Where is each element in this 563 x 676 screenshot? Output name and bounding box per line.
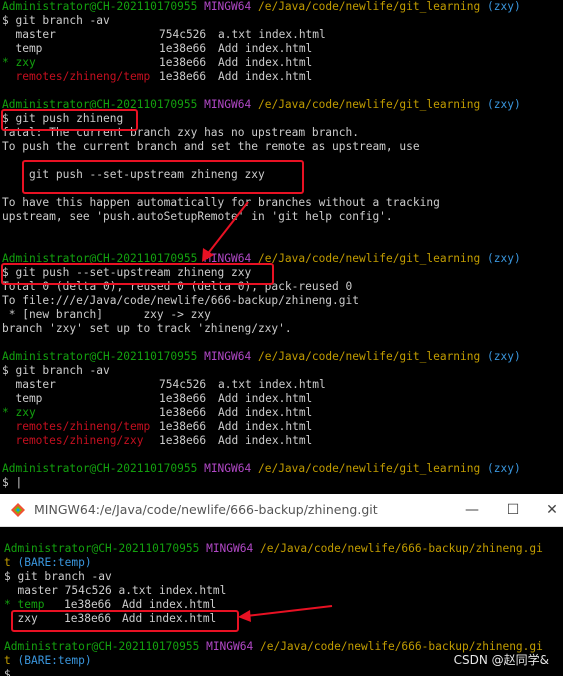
branch-message: Add index.html xyxy=(218,420,313,433)
command-input-line[interactable]: $ | xyxy=(2,476,22,490)
branch-row-current: * zxy 1e38e66 Add index.html xyxy=(2,56,312,70)
branch-row-current: * zxy 1e38e66 Add index.html xyxy=(2,406,312,420)
branch-row: master 754c526 a.txt index.html xyxy=(2,28,325,42)
branch-name: zxy xyxy=(8,406,36,419)
prompt-path: /e/Java/code/newlife/git_learning xyxy=(257,462,481,475)
branch-hash: 1e38e66 xyxy=(159,70,207,83)
output-line: To file:///e/Java/code/newlife/666-backu… xyxy=(2,294,359,307)
git-bash-diamond-icon xyxy=(11,503,25,517)
prompt-branch: (zxy) xyxy=(487,0,521,13)
current-marker: * xyxy=(4,598,11,611)
output-line: upstream, see 'push.autoSetupRemote' in … xyxy=(2,210,393,223)
prompt-path: /e/Java/code/newlife/git_learning xyxy=(257,252,481,265)
prompt-branch: (zxy) xyxy=(487,252,521,265)
branch-row-remote: remotes/zhineng/temp 1e38e66 Add index.htm… xyxy=(2,420,312,434)
prompt-system: MINGW64 xyxy=(204,350,252,363)
annotation-box-suggested-command xyxy=(22,160,304,194)
prompt-line-wrap: t (BARE:temp) xyxy=(4,556,92,570)
output-line: branch 'zxy' set up to track 'zhineng/zx… xyxy=(2,322,292,335)
branch-row: master 754c526 a.txt index.html xyxy=(2,378,325,392)
prompt-branch: (zxy) xyxy=(487,462,521,475)
branch-hash: 1e38e66 xyxy=(159,406,207,419)
prompt-user: Administrator@CH-202110170955 xyxy=(4,542,200,555)
branch-message: Add index.html xyxy=(218,56,313,69)
command-input-line[interactable]: $ xyxy=(4,668,11,676)
prompt-path: /e/Java/code/newlife/git_learning xyxy=(257,98,481,111)
prompt-branch: (BARE:temp) xyxy=(17,556,92,569)
annotation-box-push-command xyxy=(1,109,138,131)
branch-message: a.txt index.html xyxy=(218,378,326,391)
branch-row: master 754c526 a.txt index.html xyxy=(4,584,226,598)
command-line: $ git branch -av xyxy=(4,570,112,583)
branch-hash: 1e38e66 xyxy=(159,420,207,433)
maximize-button[interactable]: ☐ xyxy=(501,498,525,522)
prompt-line: Administrator@CH-202110170955 MINGW64 /e… xyxy=(2,0,521,14)
prompt-user: Administrator@CH-202110170955 xyxy=(2,0,198,13)
branch-message: a.txt index.html xyxy=(118,584,227,597)
branch-message: Add index.html xyxy=(218,406,313,419)
branch-row: temp 1e38e66 Add index.html xyxy=(2,392,312,406)
branch-message: Add index.html xyxy=(218,70,313,83)
branch-message: Add index.html xyxy=(218,434,313,447)
branch-hash: 754c526 xyxy=(64,584,112,597)
prompt-path: /e/Java/code/newlife/git_learning xyxy=(257,0,481,13)
current-marker: * xyxy=(2,406,9,419)
prompt-path: /e/Java/code/newlife/666-backup/zhineng.… xyxy=(259,542,543,555)
prompt-path-wrap: t xyxy=(4,654,11,667)
branch-name: remotes/zhineng/temp xyxy=(2,70,151,83)
current-marker: * xyxy=(2,56,9,69)
prompt-system: MINGW64 xyxy=(204,0,252,13)
prompt-system: MINGW64 xyxy=(204,462,252,475)
terminal-main[interactable]: Administrator@CH-202110170955 MINGW64 /e… xyxy=(0,0,563,492)
annotation-box-zxy-branch xyxy=(11,610,239,632)
prompt-system: MINGW64 xyxy=(204,98,252,111)
prompt-line: Administrator@CH-202110170955 MINGW64 /e… xyxy=(4,542,543,556)
branch-name: master xyxy=(4,584,58,597)
branch-hash: 1e38e66 xyxy=(159,42,207,55)
branch-name: temp xyxy=(2,392,43,405)
command-line: $ git branch -av xyxy=(2,14,110,27)
minimize-button[interactable]: — xyxy=(460,498,484,522)
branch-hash: 754c526 xyxy=(159,378,207,391)
prompt-user: Administrator@CH-202110170955 xyxy=(4,640,200,653)
output-line: To push the current branch and set the r… xyxy=(2,140,420,153)
prompt-line-wrap: t (BARE:temp) xyxy=(4,654,92,668)
branch-message: Add index.html xyxy=(218,392,313,405)
prompt-line: Administrator@CH-202110170955 MINGW64 /e… xyxy=(2,350,521,364)
prompt-user: Administrator@CH-202110170955 xyxy=(2,462,198,475)
prompt-path-wrap: t xyxy=(4,556,11,569)
branch-row-remote: remotes/zhineng/temp 1e38e66 Add index.htm… xyxy=(2,70,312,84)
branch-row-remote: remotes/zhineng/zxy 1e38e66 Add index.html xyxy=(2,434,312,448)
branch-name: temp xyxy=(2,42,43,55)
branch-message: Add index.html xyxy=(218,42,313,55)
prompt-path: /e/Java/code/newlife/git_learning xyxy=(257,350,481,363)
prompt-user: Administrator@CH-202110170955 xyxy=(2,350,198,363)
branch-hash: 754c526 xyxy=(159,28,207,41)
prompt-system: MINGW64 xyxy=(206,542,254,555)
branch-name: master xyxy=(2,378,56,391)
branch-hash: 1e38e66 xyxy=(159,56,207,69)
command-line: $ git branch -av xyxy=(2,364,110,377)
window-title: MINGW64:/e/Java/code/newlife/666-backup/… xyxy=(34,502,378,517)
branch-name: master xyxy=(2,28,56,41)
branch-name: remotes/zhineng/temp xyxy=(2,420,151,433)
prompt-branch: (BARE:temp) xyxy=(17,654,92,667)
branch-name: remotes/zhineng/zxy xyxy=(2,434,144,447)
prompt-branch: (zxy) xyxy=(487,98,521,111)
prompt-branch: (zxy) xyxy=(487,350,521,363)
output-line: * [new branch] zxy -> zxy xyxy=(2,308,211,321)
output-line: To have this happen automatically for br… xyxy=(2,196,440,209)
terminal-window-bare[interactable]: MINGW64:/e/Java/code/newlife/666-backup/… xyxy=(0,494,563,676)
annotation-box-set-upstream-command xyxy=(1,263,274,285)
branch-name: zxy xyxy=(8,56,36,69)
branch-row: temp 1e38e66 Add index.html xyxy=(2,42,312,56)
branch-message: a.txt index.html xyxy=(218,28,326,41)
title-bar[interactable]: MINGW64:/e/Java/code/newlife/666-backup/… xyxy=(0,494,563,527)
close-button[interactable]: ✕ xyxy=(540,498,563,522)
prompt-system: MINGW64 xyxy=(206,640,254,653)
branch-hash: 1e38e66 xyxy=(159,392,207,405)
prompt-line: Administrator@CH-202110170955 MINGW64 /e… xyxy=(2,462,521,476)
watermark: CSDN @赵同学& xyxy=(453,653,549,667)
branch-hash: 1e38e66 xyxy=(159,434,207,447)
